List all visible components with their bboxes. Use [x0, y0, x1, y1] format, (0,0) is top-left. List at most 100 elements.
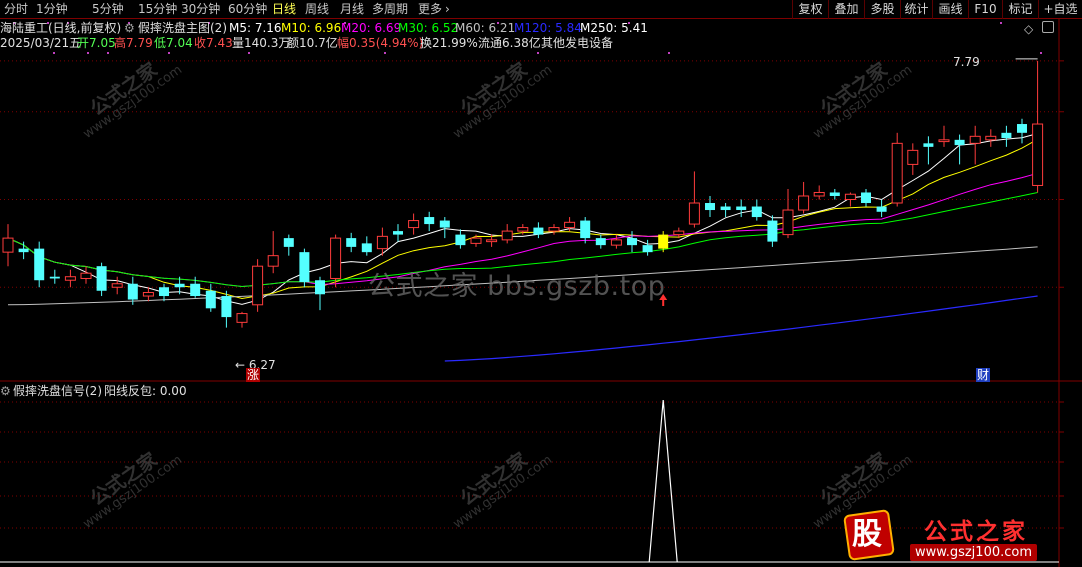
- candle-body-31: [486, 239, 498, 243]
- ma60-value: M60: 6.21: [455, 21, 516, 35]
- candle-body-62: [969, 135, 981, 144]
- ma250-line: [648, 343, 1038, 357]
- marker-dot-b1: [87, 52, 89, 54]
- marker-dot-b7: [668, 52, 670, 54]
- info-float: 流通6.38亿: [478, 36, 541, 50]
- candle-body-24: [376, 235, 388, 250]
- candle-body-59: [923, 143, 934, 147]
- candle-body-40: [627, 238, 637, 246]
- candle-body-37: [580, 220, 591, 239]
- candle-body-3: [49, 276, 60, 279]
- badge-zhang: 涨: [246, 368, 261, 382]
- info-close: 收7.43: [194, 36, 233, 50]
- candle-body-49: [767, 220, 778, 242]
- candle-body-56: [876, 206, 887, 212]
- ma250-value: M250: 5.41: [580, 21, 648, 35]
- candle-body-1: [18, 248, 29, 253]
- candle-body-30: [470, 237, 482, 244]
- indicator-settings-icon[interactable]: ⚙: [124, 21, 135, 35]
- candle-body-21: [330, 237, 342, 279]
- candle-body-60: [938, 139, 950, 143]
- candle-body-23: [361, 243, 372, 253]
- candle-body-36: [564, 221, 576, 229]
- info-date: 2025/03/21五: [0, 36, 82, 50]
- candle-body-2: [34, 248, 45, 281]
- candle-body-64: [1001, 132, 1012, 139]
- candle-body-5: [80, 272, 92, 279]
- candle-body-55: [861, 192, 871, 204]
- candle-body-14: [221, 296, 232, 318]
- ma120-line: [444, 295, 1038, 362]
- candle-body-13: [205, 290, 216, 309]
- candle-body-65: [1017, 124, 1027, 133]
- candle-body-27: [424, 217, 435, 225]
- center-watermark: 公式之家 bbs.gszb.top: [368, 271, 666, 302]
- marker-dot-b2: [107, 52, 109, 54]
- candle-body-66: [1032, 123, 1044, 186]
- marker-dot-a8: [1000, 22, 1002, 24]
- candle-body-6: [96, 266, 107, 291]
- signal-spike-0: [648, 399, 678, 563]
- candle-body-16: [252, 265, 264, 306]
- candle-body-63: [985, 135, 997, 141]
- candle-body-48: [751, 206, 762, 218]
- info-high: 高7.79: [114, 36, 153, 50]
- badge-cai: 财: [976, 368, 991, 382]
- marker-dot-b8: [1040, 52, 1042, 54]
- candle-body-34: [533, 227, 544, 235]
- candle-body-35: [548, 227, 560, 232]
- candle-body-44: [688, 202, 700, 225]
- main-indicator-name[interactable]: 假摔洗盘主图(2): [138, 21, 227, 35]
- window-restore-icon[interactable]: [1042, 21, 1054, 33]
- stock-title: 海陆重工(日线,前复权): [0, 21, 122, 35]
- candle-body-54: [844, 193, 856, 201]
- candle-body-11: [174, 283, 185, 288]
- candle-body-12: [190, 283, 201, 297]
- lower-indicator-value: 阳线反包: 0.00: [104, 384, 187, 398]
- lower-indicator-name[interactable]: 假摔洗盘信号(2): [13, 384, 102, 398]
- candle-body-28: [439, 220, 450, 228]
- ma30-value: M30: 6.52: [398, 21, 459, 35]
- candle-body-33: [517, 227, 529, 232]
- marker-dot-b0: [53, 52, 55, 54]
- candle-body-17: [267, 255, 279, 267]
- high-price-label: 7.79: [953, 55, 980, 69]
- candle-body-47: [736, 206, 747, 211]
- ma20-value: M20: 6.69: [341, 21, 402, 35]
- logo-brand: 公式之家: [924, 519, 1028, 545]
- candle-body-20: [315, 280, 325, 295]
- candle-body-39: [610, 239, 622, 246]
- candle-body-53: [829, 192, 840, 196]
- logo-char: 股: [852, 517, 882, 552]
- ma5-value: M5: 7.16: [229, 21, 282, 35]
- candle-body-46: [720, 206, 731, 211]
- candle-body-51: [798, 195, 810, 211]
- info-turnover: 换21.99%: [420, 36, 478, 50]
- logo-url: www.gszj100.com: [910, 544, 1038, 561]
- diamond-icon[interactable]: ◇: [1024, 22, 1033, 36]
- candle-body-29: [455, 234, 466, 246]
- lower-indicator-settings-icon[interactable]: ⚙: [0, 384, 11, 398]
- info-open: 开7.05: [77, 36, 116, 50]
- marker-dot-b5: [384, 52, 386, 54]
- candle-body-50: [782, 209, 794, 236]
- info-low: 低7.04: [154, 36, 193, 50]
- candle-body-25: [393, 231, 403, 235]
- marker-dot-b4: [248, 52, 250, 54]
- candle-body-32: [501, 230, 513, 241]
- candle-body-7: [111, 283, 123, 288]
- candle-body-19: [299, 252, 310, 282]
- candle-body-26: [408, 220, 420, 229]
- info-change: 幅0.35(4.94%): [337, 36, 424, 50]
- candle-body-18: [283, 238, 294, 247]
- candle-body-52: [813, 191, 825, 197]
- candle-body-9: [142, 292, 154, 297]
- info-sector: 其他发电设备: [541, 36, 614, 50]
- candle-body-38: [595, 238, 606, 246]
- candle-body-45: [705, 203, 715, 211]
- info-amount: 额10.7亿: [287, 36, 338, 50]
- candle-body-43: [673, 230, 685, 236]
- candle-body-0: [2, 237, 14, 253]
- candle-body-22: [346, 238, 357, 247]
- candle-body-8: [127, 283, 138, 300]
